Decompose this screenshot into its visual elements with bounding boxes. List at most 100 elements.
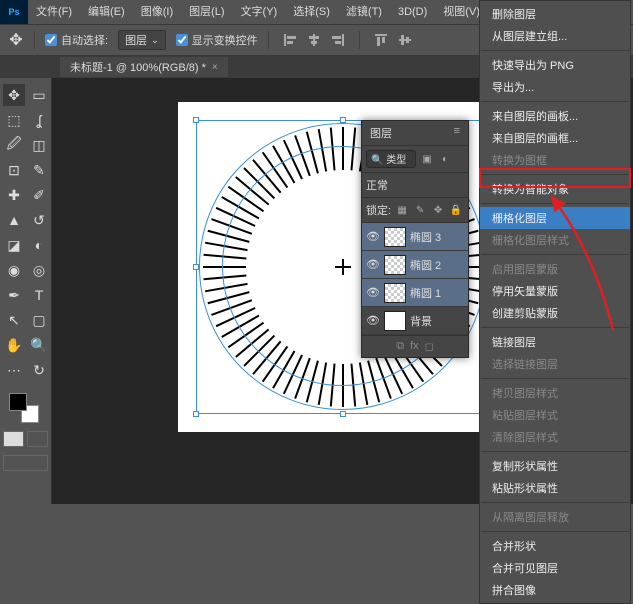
hand-tool[interactable]: ✋ bbox=[3, 334, 25, 356]
align-left-icon[interactable] bbox=[279, 29, 301, 51]
layer-row[interactable]: 👁 椭圆 3 bbox=[362, 223, 468, 251]
heal-tool[interactable]: ✚ bbox=[3, 184, 25, 206]
menu-image[interactable]: 图像(I) bbox=[133, 0, 181, 24]
menu-item[interactable]: 来自图层的画框... bbox=[480, 127, 630, 149]
zoom-tool[interactable]: 🔍 bbox=[28, 334, 50, 356]
lock-transparency-icon[interactable]: ▦ bbox=[395, 203, 409, 217]
color-swatches[interactable] bbox=[9, 393, 39, 423]
extra-tool[interactable]: ↻ bbox=[28, 359, 50, 381]
mask-icon[interactable]: ◻ bbox=[425, 340, 434, 353]
eraser-tool[interactable]: ◪ bbox=[3, 234, 25, 256]
visibility-icon[interactable]: 👁 bbox=[366, 230, 380, 243]
menu-item[interactable]: 拼合图像 bbox=[480, 579, 630, 601]
path-tool[interactable]: ↖ bbox=[3, 309, 25, 331]
menu-select[interactable]: 选择(S) bbox=[285, 0, 338, 24]
align-middle-icon[interactable] bbox=[394, 29, 416, 51]
menu-item[interactable]: 复制形状属性 bbox=[480, 455, 630, 477]
blur-tool[interactable]: ◉ bbox=[3, 259, 25, 281]
auto-select-checkbox[interactable] bbox=[45, 34, 57, 46]
blend-mode-dropdown[interactable]: 正常 bbox=[362, 173, 468, 198]
show-transform-checkbox[interactable] bbox=[176, 34, 188, 46]
edit-toolbar[interactable]: ⋯ bbox=[3, 359, 25, 381]
move-tool[interactable]: ✥ bbox=[3, 84, 25, 106]
auto-select-check[interactable]: 自动选择: bbox=[45, 32, 108, 48]
gradient-tool[interactable]: ◐ bbox=[28, 234, 50, 256]
eyedropper-tool[interactable]: ✎ bbox=[28, 159, 50, 181]
crop-tool[interactable]: ◫ bbox=[28, 134, 50, 156]
visibility-icon[interactable]: 👁 bbox=[366, 314, 380, 327]
layer-row[interactable]: 👁 椭圆 2 bbox=[362, 251, 468, 279]
stamp-tool[interactable]: ▲ bbox=[3, 209, 25, 231]
menu-item[interactable]: 删除图层 bbox=[480, 3, 630, 25]
frame-tool[interactable]: ⊡ bbox=[3, 159, 25, 181]
panel-menu-icon[interactable]: ≡ bbox=[454, 125, 460, 141]
show-transform-check[interactable]: 显示变换控件 bbox=[176, 32, 258, 48]
menu-separator bbox=[481, 531, 629, 532]
menu-item[interactable]: 从图层建立组... bbox=[480, 25, 630, 47]
handle-tl[interactable] bbox=[193, 117, 199, 123]
shape-tool[interactable]: ▢ bbox=[28, 309, 50, 331]
handle-tm[interactable] bbox=[340, 117, 346, 123]
align-center-h-icon[interactable] bbox=[303, 29, 325, 51]
close-tab-icon[interactable]: × bbox=[212, 62, 218, 73]
layer-thumb[interactable] bbox=[384, 283, 406, 303]
menu-item[interactable]: 停用矢量蒙版 bbox=[480, 280, 630, 302]
distribute-group bbox=[370, 29, 416, 51]
menu-filter[interactable]: 滤镜(T) bbox=[338, 0, 390, 24]
layer-row[interactable]: 👁 椭圆 1 bbox=[362, 279, 468, 307]
lasso-tool[interactable]: ʆ bbox=[28, 109, 50, 131]
document-title: 未标题-1 @ 100%(RGB/8) * bbox=[70, 59, 206, 75]
filter-image-icon[interactable]: ▣ bbox=[420, 152, 434, 166]
menu-item[interactable]: 合并形状 bbox=[480, 535, 630, 557]
layer-thumb[interactable] bbox=[384, 255, 406, 275]
handle-bl[interactable] bbox=[193, 411, 199, 417]
menu-item[interactable]: 创建剪贴蒙版 bbox=[480, 302, 630, 324]
align-top-icon[interactable] bbox=[370, 29, 392, 51]
document-tab[interactable]: 未标题-1 @ 100%(RGB/8) * × bbox=[60, 57, 228, 77]
menu-item: 转换为图框 bbox=[480, 149, 630, 171]
panel-tab[interactable]: 图层 ≡ bbox=[362, 121, 468, 146]
lock-all-icon[interactable]: 🔒 bbox=[449, 203, 463, 217]
history-brush-tool[interactable]: ↺ bbox=[28, 209, 50, 231]
menu-item[interactable]: 来自图层的画板... bbox=[480, 105, 630, 127]
menu-item[interactable]: 栅格化图层 bbox=[480, 207, 630, 229]
menu-file[interactable]: 文件(F) bbox=[28, 0, 80, 24]
menu-item[interactable]: 粘贴形状属性 bbox=[480, 477, 630, 499]
pen-tool[interactable]: ✒ bbox=[3, 284, 25, 306]
lock-position-icon[interactable]: ✥ bbox=[431, 203, 445, 217]
layer-row[interactable]: 👁 背景 bbox=[362, 307, 468, 335]
type-tool[interactable]: T bbox=[28, 284, 50, 306]
menu-layer[interactable]: 图层(L) bbox=[181, 0, 232, 24]
filter-adjust-icon[interactable]: ◐ bbox=[438, 152, 452, 166]
screen-mode[interactable] bbox=[3, 455, 48, 471]
artboard-tool[interactable]: ▭ bbox=[28, 84, 50, 106]
visibility-icon[interactable]: 👁 bbox=[366, 258, 380, 271]
layer-thumb[interactable] bbox=[384, 311, 406, 331]
auto-select-dropdown[interactable]: 图层 bbox=[118, 30, 166, 50]
link-icon[interactable]: ⧉ bbox=[396, 340, 404, 353]
align-right-icon[interactable] bbox=[327, 29, 349, 51]
dodge-tool[interactable]: ◎ bbox=[28, 259, 50, 281]
handle-ml[interactable] bbox=[193, 264, 199, 270]
marquee-tool[interactable]: ⬚ bbox=[3, 109, 25, 131]
menu-3d[interactable]: 3D(D) bbox=[390, 0, 435, 24]
layer-thumb[interactable] bbox=[384, 227, 406, 247]
menu-type[interactable]: 文字(Y) bbox=[233, 0, 286, 24]
brush-tool[interactable]: ✐ bbox=[28, 184, 50, 206]
standard-mode[interactable] bbox=[3, 431, 24, 447]
visibility-icon[interactable]: 👁 bbox=[366, 286, 380, 299]
filter-type-dropdown[interactable]: 🔍 类型 bbox=[366, 150, 416, 168]
handle-bm[interactable] bbox=[340, 411, 346, 417]
foreground-swatch[interactable] bbox=[9, 393, 27, 411]
lock-pixels-icon[interactable]: ✎ bbox=[413, 203, 427, 217]
menu-item[interactable]: 合并可见图层 bbox=[480, 557, 630, 579]
menu-item[interactable]: 转换为智能对象 bbox=[480, 178, 630, 200]
fx-icon[interactable]: fx bbox=[410, 340, 419, 353]
menu-separator bbox=[481, 50, 629, 51]
menu-item[interactable]: 快速导出为 PNG bbox=[480, 54, 630, 76]
menu-edit[interactable]: 编辑(E) bbox=[80, 0, 133, 24]
quick-mask-mode[interactable] bbox=[27, 431, 48, 447]
menu-item[interactable]: 导出为... bbox=[480, 76, 630, 98]
menu-item[interactable]: 链接图层 bbox=[480, 331, 630, 353]
quick-select-tool[interactable]: 🖉 bbox=[3, 134, 25, 156]
